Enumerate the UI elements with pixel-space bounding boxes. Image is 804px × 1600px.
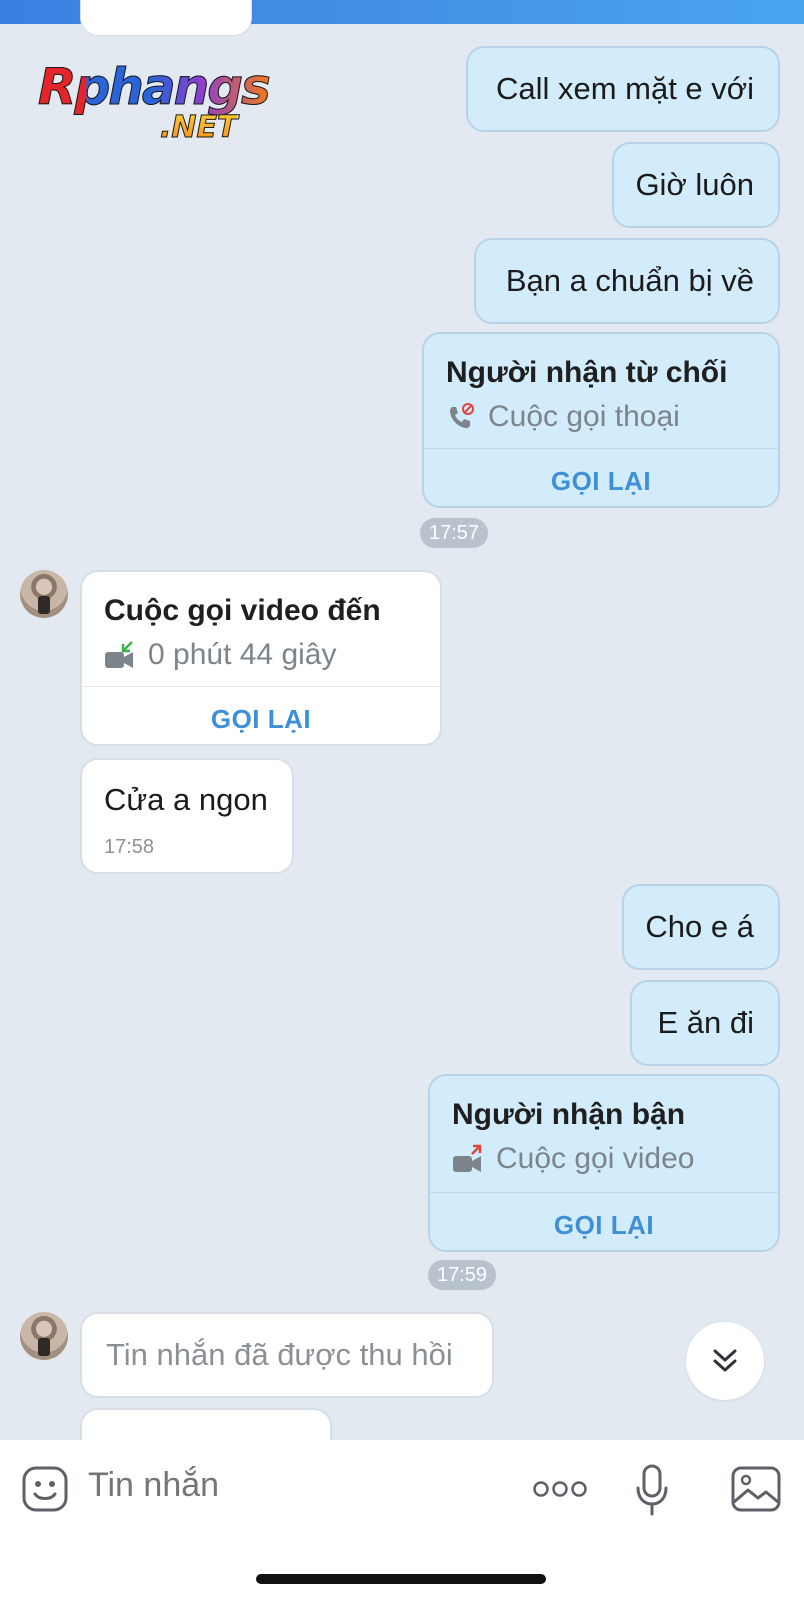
call-title: Người nhận bận: [452, 1098, 686, 1131]
call-title: Người nhận từ chối: [446, 356, 728, 389]
call-subtitle: Cuộc gọi thoại: [446, 400, 680, 434]
message-text: Call xem mặt e với: [495, 71, 754, 106]
partial-message-bubble: [80, 0, 252, 36]
timestamp-pill: 17:57: [420, 518, 488, 548]
outgoing-message[interactable]: Call xem mặt e với: [466, 46, 780, 132]
video-outgoing-icon: [452, 1144, 484, 1174]
call-back-button[interactable]: GỌI LẠI: [82, 704, 440, 735]
watermark-sub: .NET: [159, 110, 238, 146]
outgoing-message[interactable]: E ăn đi: [630, 980, 780, 1066]
microphone-icon: [636, 1464, 668, 1516]
emoji-button[interactable]: [20, 1464, 70, 1514]
contact-avatar[interactable]: [20, 1312, 68, 1360]
call-card-incoming-video: Cuộc gọi video đến 0 phút 44 giây GỌI LẠ…: [80, 570, 442, 746]
timestamp-pill: 17:59: [428, 1260, 496, 1290]
call-subtitle: 0 phút 44 giây: [104, 638, 336, 672]
watermark-logo: Rphangs .NET: [38, 58, 288, 148]
message-time: 17:58: [104, 836, 155, 858]
call-back-button[interactable]: GỌI LẠI: [430, 1210, 778, 1241]
voice-button[interactable]: [632, 1462, 672, 1518]
message-input[interactable]: [88, 1466, 488, 1505]
watermark-main: Rphangs: [38, 58, 272, 117]
call-duration-text: 0 phút 44 giây: [148, 638, 337, 671]
call-title: Cuộc gọi video đến: [104, 594, 381, 627]
message-text: Bạn a chuẩn bị về: [505, 263, 754, 298]
call-subtitle: Cuộc gọi video: [452, 1142, 694, 1176]
divider: [424, 448, 778, 449]
message-text: E ăn đi: [657, 1005, 754, 1040]
outgoing-message[interactable]: Bạn a chuẩn bị về: [474, 238, 780, 324]
incoming-message[interactable]: Cửa a ngon 17:58: [80, 758, 294, 874]
image-icon: [731, 1466, 781, 1512]
message-text: Cho e á: [645, 909, 754, 944]
emoji-icon: [22, 1466, 68, 1512]
message-composer: [0, 1440, 804, 1600]
contact-avatar[interactable]: [20, 570, 68, 618]
chevron-double-down-icon: [713, 1349, 737, 1372]
message-text: Cửa a ngon: [104, 782, 268, 817]
recalled-message[interactable]: Tin nhắn đã được thu hồi: [80, 1312, 494, 1398]
video-incoming-icon: [104, 640, 136, 670]
phone-declined-icon: [446, 402, 476, 432]
outgoing-message[interactable]: Cho e á: [622, 884, 780, 970]
more-button[interactable]: [530, 1472, 590, 1506]
more-icon: [533, 1481, 587, 1497]
call-back-button[interactable]: GỌI LẠI: [424, 466, 778, 497]
call-type-text: Cuộc gọi video: [496, 1142, 695, 1175]
message-text: Tin nhắn đã được thu hồi: [106, 1337, 453, 1372]
home-indicator: [256, 1574, 546, 1584]
outgoing-message[interactable]: Giờ luôn: [612, 142, 780, 228]
call-type-text: Cuộc gọi thoại: [488, 400, 680, 433]
call-card-busy: Người nhận bận Cuộc gọi video GỌI LẠI: [428, 1074, 780, 1252]
scroll-to-bottom-button[interactable]: [686, 1322, 764, 1400]
divider: [82, 686, 440, 687]
divider: [430, 1192, 778, 1193]
call-card-declined: Người nhận từ chối Cuộc gọi thoại GỌI LẠ…: [422, 332, 780, 508]
image-button[interactable]: [730, 1464, 782, 1514]
message-text: Giờ luôn: [635, 167, 754, 202]
